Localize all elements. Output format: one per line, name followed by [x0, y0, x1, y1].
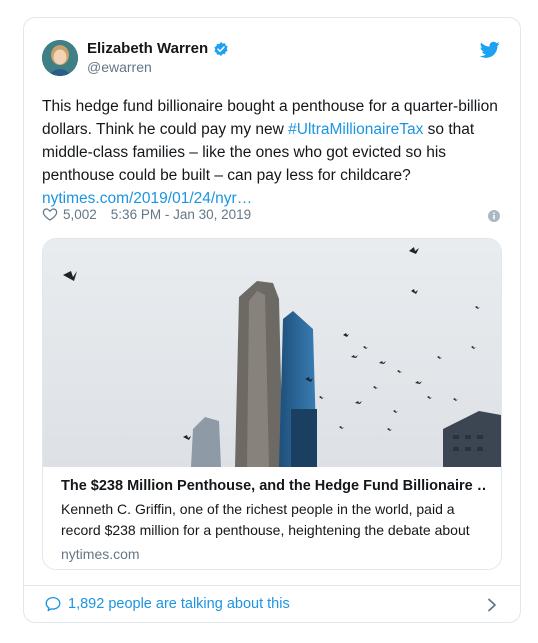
info-icon[interactable] — [488, 210, 500, 222]
avatar[interactable] — [42, 40, 78, 76]
talking-about-link[interactable]: 1,892 people are talking about this — [44, 595, 290, 613]
tweet-card[interactable]: Elizabeth Warren @ewarren This hedge fun… — [23, 17, 521, 623]
article-link[interactable]: nytimes.com/2019/01/24/nyr… — [42, 190, 252, 207]
hashtag-link[interactable]: #UltraMillionaireTax — [288, 121, 423, 138]
article-description: Kenneth C. Griffin, one of the richest p… — [61, 501, 470, 538]
link-preview-card[interactable]: The $238 Million Penthouse, and the Hedg… — [42, 238, 502, 570]
article-domain: nytimes.com — [61, 546, 140, 562]
talking-about-text[interactable]: 1,892 people are talking about this — [68, 596, 290, 612]
speech-bubble-icon — [45, 596, 61, 612]
twitter-bird-icon[interactable] — [480, 41, 500, 59]
author-handle[interactable]: @ewarren — [87, 59, 152, 75]
divider — [24, 585, 520, 586]
article-photo — [43, 239, 501, 467]
tweet-text: This hedge fund billionaire bought a pen… — [42, 95, 504, 210]
heart-icon[interactable] — [42, 206, 58, 222]
like-count[interactable]: 5,002 — [63, 207, 97, 222]
author-name-row[interactable]: Elizabeth Warren — [87, 40, 229, 57]
timestamp[interactable]: 5:36 PM - Jan 30, 2019 — [111, 207, 251, 222]
link-preview-text: The $238 Million Penthouse, and the Hedg… — [61, 476, 486, 562]
article-title[interactable]: The $238 Million Penthouse, and the Hedg… — [61, 476, 486, 496]
tweet-meta: 5,002 5:36 PM - Jan 30, 2019 — [42, 206, 251, 222]
author-name[interactable]: Elizabeth Warren — [87, 40, 208, 57]
verified-badge-icon — [214, 41, 228, 56]
chevron-right-icon[interactable] — [486, 598, 498, 612]
